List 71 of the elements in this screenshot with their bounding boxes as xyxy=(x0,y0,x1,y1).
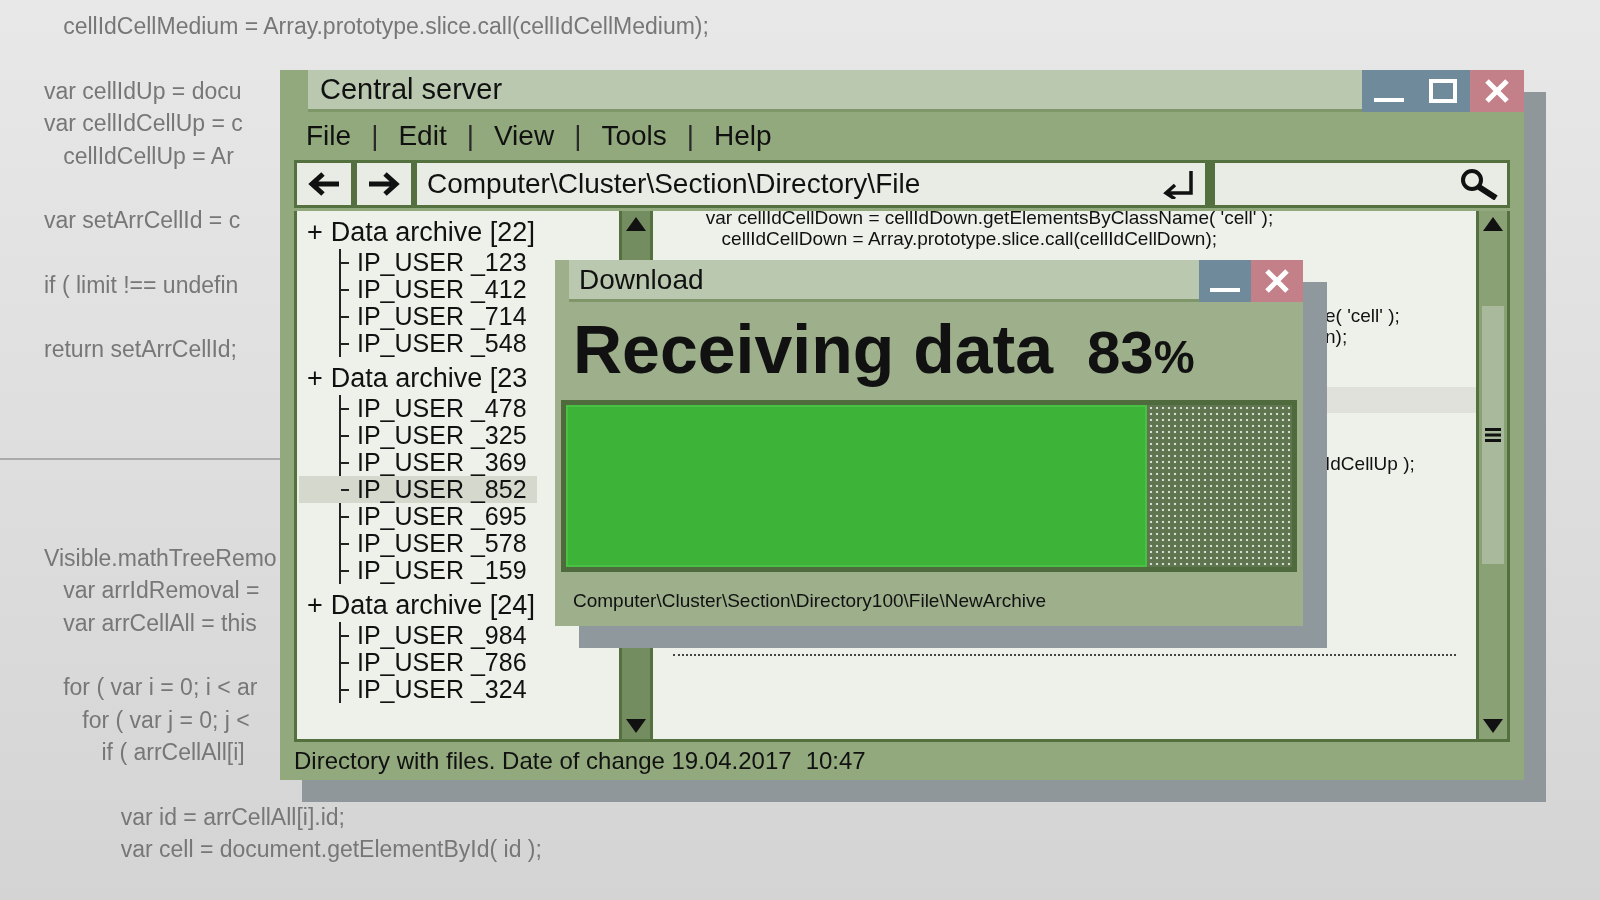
code-line: if ( limit !== undefin xyxy=(43,270,239,300)
code-line: var arrIdRemoval = xyxy=(62,576,260,605)
tree-folder[interactable]: + Data archive [23 xyxy=(297,361,528,395)
menu-item[interactable]: Edit xyxy=(398,120,447,152)
search-icon xyxy=(1459,168,1499,200)
tree-folder[interactable]: + Data archive [24] xyxy=(297,588,535,622)
tree-item[interactable]: IP_USER _123 xyxy=(299,249,537,276)
menu-item[interactable]: Tools xyxy=(601,120,667,152)
back-button[interactable] xyxy=(297,163,351,205)
code-line: var cellIdUp = docu xyxy=(43,76,242,106)
code-line: if ( arrCellAll[i] xyxy=(100,738,245,767)
maximize-icon xyxy=(1429,79,1457,103)
menu-item[interactable]: File xyxy=(306,120,352,152)
window-title: Central server xyxy=(308,70,1362,112)
scrollbar[interactable] xyxy=(1479,211,1507,739)
tree-item[interactable]: IP_USER _325 xyxy=(299,422,537,449)
close-button[interactable] xyxy=(1251,260,1303,302)
tree-item[interactable]: IP_USER _852 xyxy=(299,476,537,503)
address-field[interactable]: Computer\Cluster\Section\Directory\File xyxy=(417,163,1205,205)
minimize-icon xyxy=(1210,288,1240,292)
tree-item[interactable]: IP_USER _786 xyxy=(299,649,537,676)
arrow-left-icon xyxy=(307,172,341,196)
tree-folder[interactable]: + Data archive [22] xyxy=(297,215,535,249)
menu-separator: | xyxy=(574,120,582,152)
tree-item[interactable]: IP_USER _324 xyxy=(299,676,537,703)
code-line: for ( var i = 0; i < ar xyxy=(62,673,258,702)
minimize-button[interactable] xyxy=(1362,70,1416,112)
arrow-right-icon xyxy=(367,172,401,196)
menu-item[interactable]: Help xyxy=(714,120,772,152)
enter-icon xyxy=(1161,169,1195,199)
tree-item[interactable]: IP_USER _578 xyxy=(299,530,537,557)
menu-separator: | xyxy=(466,120,474,152)
close-icon xyxy=(1264,268,1290,294)
minimize-icon xyxy=(1374,98,1404,102)
code-line: Visible.mathTreeRemo xyxy=(43,543,277,573)
progress-heading: Receiving data xyxy=(573,310,1053,388)
code-line: var setArrCellId = c xyxy=(43,206,241,235)
code-line: var arrCellAll = this xyxy=(62,608,257,638)
code-line: return setArrCellId; xyxy=(43,335,237,364)
status-time: 10:47 xyxy=(805,747,866,775)
tree-item[interactable]: IP_USER _548 xyxy=(299,330,537,357)
progress-percent: 83% xyxy=(1086,318,1195,387)
code-line: for ( var j = 0; j < xyxy=(81,705,250,735)
tree-item[interactable]: IP_USER _369 xyxy=(299,449,537,476)
file-path: Computer\Cluster\Section\Directory100\File\NewArchive xyxy=(572,589,1048,612)
tree-item[interactable]: IP_USER _695 xyxy=(299,503,537,530)
code-line: cellIdCellUp = Ar xyxy=(62,141,234,171)
code-line: cellIdCellMedium = Array.prototype.slice.call(cellIdCellMedium); xyxy=(62,12,709,41)
code-line: var cell = document.getElementById( id ); xyxy=(119,835,542,864)
grip-icon xyxy=(1485,428,1501,442)
tree-item[interactable]: IP_USER _984 xyxy=(299,622,537,649)
code-line: var cellIdCellDown = cellIdDown.getElementsByClassName( 'cell' ); xyxy=(704,211,1274,228)
tree-item[interactable]: IP_USER _412 xyxy=(299,276,537,303)
tree-item[interactable]: IP_USER _478 xyxy=(299,395,537,422)
code-line: var id = arrCellAll[i].id; xyxy=(119,802,345,832)
close-icon xyxy=(1484,78,1510,104)
forward-button[interactable] xyxy=(357,163,411,205)
code-line: cellIdCellDown = Array.prototype.slice.call(cellIdCellDown); xyxy=(720,228,1218,249)
tree-item[interactable]: IP_USER _714 xyxy=(299,303,537,330)
status-text: Directory with files. Date of change 19.04.2017 xyxy=(294,747,792,775)
menu-separator: | xyxy=(371,120,379,152)
close-button[interactable] xyxy=(1470,70,1524,112)
code-line: var cellIdCellUp = c xyxy=(43,109,243,138)
menu-separator: | xyxy=(686,120,695,152)
search-field[interactable] xyxy=(1215,163,1507,205)
menu-item[interactable]: View xyxy=(493,120,555,152)
dialog-title: Download xyxy=(569,260,1199,302)
maximize-button[interactable] xyxy=(1416,70,1470,112)
minimize-button[interactable] xyxy=(1199,260,1251,302)
code-line: IdCellUp ); xyxy=(1324,453,1415,474)
tree-item[interactable]: IP_USER _159 xyxy=(299,557,537,584)
